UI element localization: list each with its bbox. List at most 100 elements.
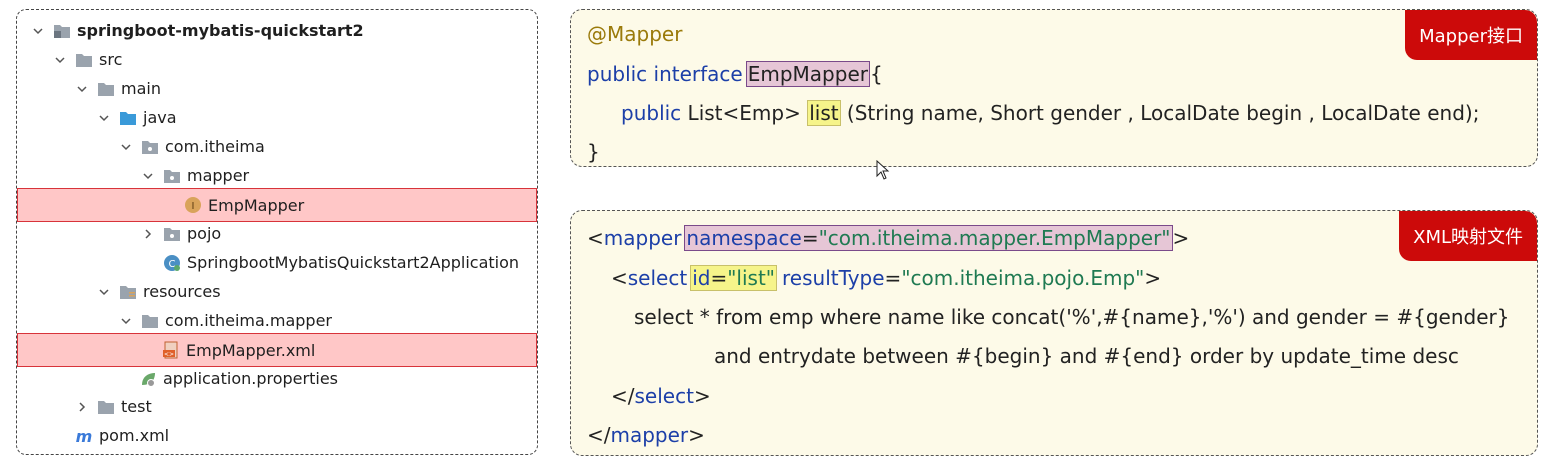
chevron-down-icon[interactable]: [31, 24, 45, 38]
tree-item-label: EmpMapper.xml: [186, 340, 316, 360]
project-tree-panel: springboot-mybatis-quickstart2 src main …: [16, 9, 538, 455]
tree-item-empmapper-xml[interactable]: <> EmpMapper.xml: [17, 333, 537, 367]
tree-item-res-package[interactable]: com.itheima.mapper: [17, 306, 639, 335]
attr-name: namespace: [686, 226, 802, 250]
svg-text:I: I: [192, 201, 195, 212]
keyword: public interface: [587, 62, 743, 86]
xml-file-icon: <>: [162, 341, 180, 359]
equals: =: [710, 266, 728, 290]
panel-tag: XML映射文件: [1399, 211, 1537, 261]
mouse-cursor-icon: [876, 160, 890, 180]
attr-name: resultType: [782, 266, 885, 290]
chevron-right-icon[interactable]: [141, 227, 155, 241]
tree-item-label: EmpMapper: [208, 195, 305, 215]
attr-value: "com.itheima.mapper.EmpMapper": [818, 226, 1171, 250]
tree-item-java[interactable]: java: [17, 103, 617, 132]
chevron-down-icon[interactable]: [53, 53, 67, 67]
method-params: (String name, Short gender , LocalDate b…: [840, 101, 1480, 125]
tag-name: mapper: [603, 226, 682, 250]
brace: }: [587, 140, 600, 164]
bracket: >: [688, 423, 705, 447]
xml-mapping-panel: XML映射文件 < mapper namespace="com.itheima.…: [570, 210, 1538, 456]
code-line-select-close: </select >: [611, 381, 711, 411]
namespace-attribute: namespace="com.itheima.mapper.EmpMapper": [684, 225, 1173, 251]
sql-text: and entrydate between #{begin} and #{end…: [714, 344, 1459, 368]
bracket: <: [611, 266, 628, 290]
tree-item-application-properties[interactable]: application.properties: [17, 364, 659, 393]
chevron-right-icon[interactable]: [75, 400, 89, 414]
chevron-down-icon[interactable]: [119, 140, 133, 154]
keyword: public: [621, 101, 682, 125]
code-line-sql-2: and entrydate between #{begin} and #{end…: [714, 341, 1459, 371]
mapper-interface-panel: Mapper接口 @Mapper public interface EmpMap…: [570, 9, 1538, 167]
bracket: </: [611, 384, 635, 408]
attr-value: "com.itheima.pojo.Emp": [901, 266, 1145, 290]
attr-name: id: [692, 266, 711, 290]
tree-item-pojo[interactable]: pojo: [17, 219, 661, 248]
method-name: list: [807, 100, 841, 126]
chevron-down-icon[interactable]: [97, 111, 111, 125]
tree-item-main[interactable]: main: [17, 74, 595, 103]
tree-item-label: pojo: [187, 224, 222, 243]
package-icon: [141, 138, 159, 156]
code-line-annotation: @Mapper: [587, 19, 682, 49]
tag-name: select: [634, 384, 694, 408]
svg-text:m: m: [76, 427, 93, 445]
code-line-mapper-close: </mapper >: [587, 420, 705, 450]
tag-name: select: [627, 266, 688, 290]
folder-icon: [75, 51, 93, 69]
source-folder-icon: [119, 109, 137, 127]
folder-icon: [97, 398, 115, 416]
equals: =: [884, 266, 902, 290]
tree-item-label: main: [121, 79, 161, 98]
tag-name: mapper: [610, 423, 689, 447]
package-icon: [163, 167, 181, 185]
tree-item-label: test: [121, 397, 152, 416]
tree-item-mapper[interactable]: mapper: [17, 161, 661, 190]
tree-item-com-itheima[interactable]: com.itheima: [17, 132, 639, 161]
tree-item-label: src: [99, 50, 123, 69]
code-line-close: }: [587, 137, 600, 167]
annotation: @Mapper: [587, 22, 683, 46]
return-type: List<Emp>: [681, 101, 808, 125]
spring-class-icon: C: [163, 254, 181, 272]
tree-item-root[interactable]: springboot-mybatis-quickstart2: [17, 16, 551, 45]
tree-item-empmapper[interactable]: I EmpMapper: [17, 188, 537, 222]
tree-item-label: com.itheima.mapper: [165, 311, 333, 330]
tree-item-label: mapper: [187, 166, 250, 185]
interface-name: EmpMapper: [745, 61, 870, 87]
attr-value: "list": [727, 266, 776, 290]
equals: =: [801, 226, 819, 250]
brace: {: [869, 62, 883, 86]
id-attribute: id="list": [690, 265, 778, 291]
code-line-method: public List<Emp> list (String name, Shor…: [621, 98, 1479, 128]
maven-icon: m: [75, 427, 93, 445]
tree-item-label: pom.xml: [99, 426, 170, 445]
code-line-sql-1: select * from emp where name like concat…: [634, 302, 1509, 332]
svg-text:<>: <>: [164, 351, 174, 358]
code-line-select-open: < select id="list" resultType = "com.ithei…: [611, 263, 1161, 293]
bracket: >: [1144, 266, 1162, 290]
bracket: <: [587, 226, 604, 250]
tree-item-resources[interactable]: resources: [17, 277, 617, 306]
tree-item-label: SpringbootMybatisQuickstart2Application: [187, 253, 520, 272]
chevron-down-icon[interactable]: [119, 314, 133, 328]
chevron-down-icon[interactable]: [97, 285, 111, 299]
folder-icon: [141, 312, 159, 330]
tree-item-label: application.properties: [163, 369, 338, 388]
interface-icon: I: [184, 196, 202, 214]
sql-text: select * from emp where name like concat…: [634, 305, 1510, 329]
tree-item-label: java: [143, 108, 177, 127]
tree-item-src[interactable]: src: [17, 45, 573, 74]
tree-item-test[interactable]: test: [17, 392, 595, 421]
code-line-mapper-open: < mapper namespace="com.itheima.mapper.E…: [587, 223, 1189, 253]
properties-file-icon: [139, 370, 157, 388]
chevron-down-icon[interactable]: [141, 169, 155, 183]
tree-item-pom[interactable]: m pom.xml: [17, 421, 595, 450]
tree-item-label: com.itheima: [165, 137, 265, 156]
chevron-down-icon[interactable]: [75, 82, 89, 96]
bracket: >: [693, 384, 711, 408]
package-icon: [163, 225, 181, 243]
folder-icon: [97, 80, 115, 98]
tree-item-label: springboot-mybatis-quickstart2: [77, 21, 364, 40]
